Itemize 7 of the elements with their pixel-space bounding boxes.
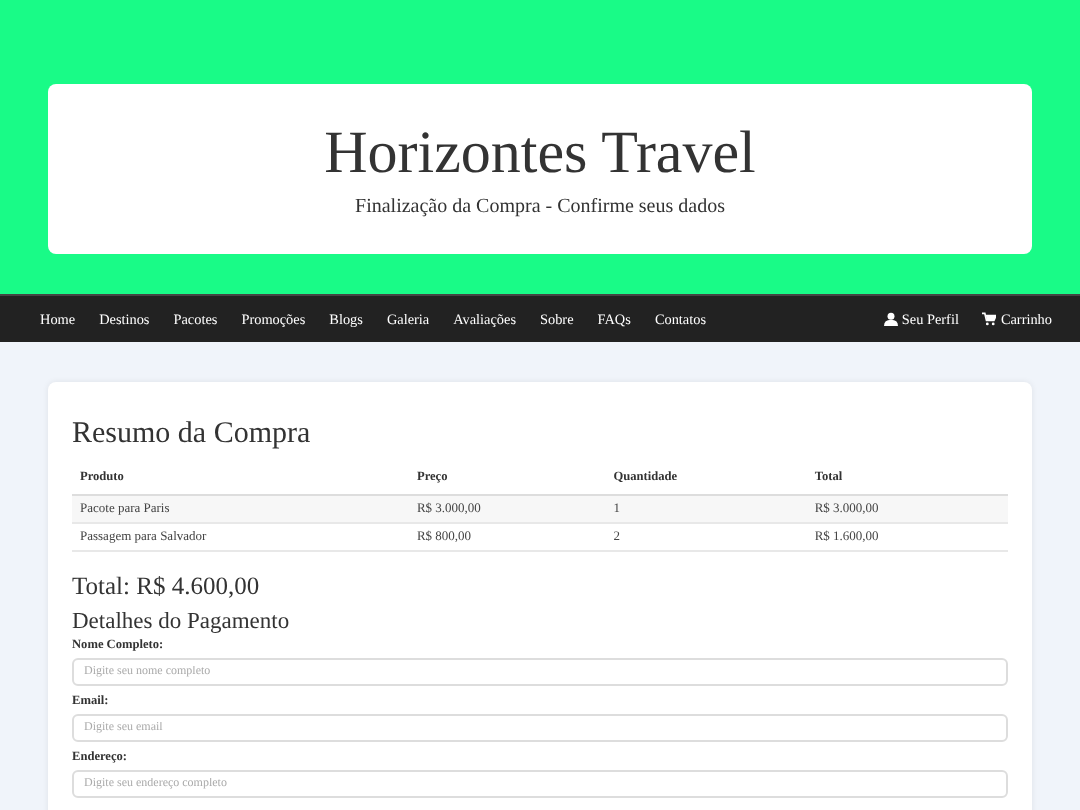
user-icon (883, 312, 898, 326)
total-text: Total: R$ 4.600,00 (72, 572, 262, 602)
site-title: Horizontes Travel (324, 120, 756, 188)
section-title: Detalhes do Pagamento (72, 610, 292, 634)
section-title: Resumo da Compra (72, 418, 313, 452)
cart-icon (982, 312, 997, 326)
page-subtitle: Finalização da Compra - Confirme seus dados (355, 196, 725, 218)
